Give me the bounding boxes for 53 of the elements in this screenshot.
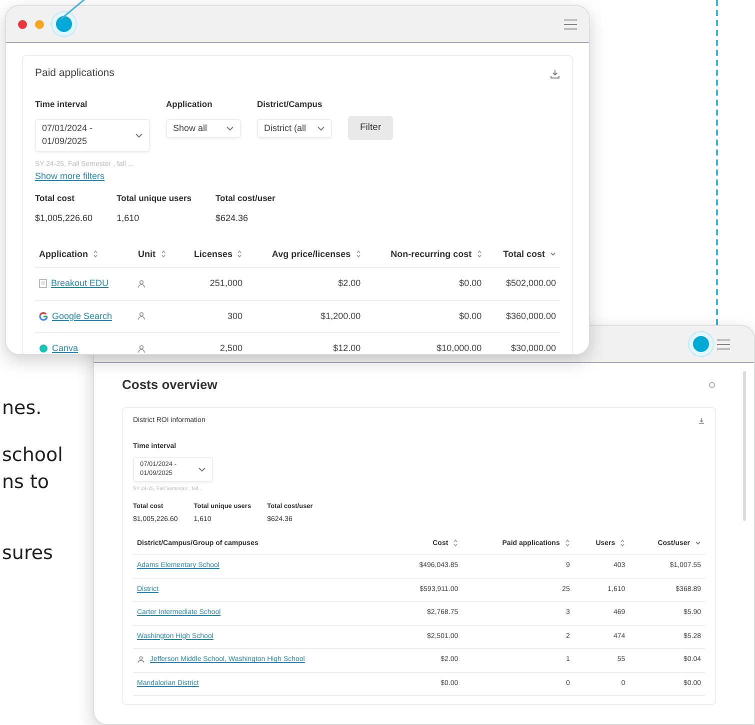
filter-label: District/Campus [257,98,324,110]
column-header: Licenses [177,242,246,268]
total-label: Total cost [35,192,76,204]
table-cell: $2.00 [246,268,365,300]
body-text: nes. [2,396,43,421]
connector-line [60,0,86,20]
body-text: sures [2,541,54,566]
table-cell: 300 [177,300,246,333]
chevron-down-icon [226,126,234,131]
menu-icon[interactable] [717,338,730,350]
column-header: Non-recurring cost [364,242,486,268]
table-cell: $360,000.00 [486,300,560,333]
filter-label: Application [166,98,214,110]
menu-icon[interactable] [564,18,577,30]
more-filters-link[interactable]: Show more filters [35,170,105,184]
dropdown-field[interactable]: District (all [257,118,332,138]
card-title: Paid applications [35,66,114,81]
hotspot-marker [689,332,713,356]
hotspot-marker [52,12,76,36]
person-icon [138,280,146,288]
table-cell: $1,200.00 [246,300,365,333]
chevron-down-icon [317,126,325,131]
table-cell: 251,000 [177,268,246,300]
column-header: Avg price/licenses [246,242,365,268]
column-header: Total cost [486,242,560,268]
table-cell: $0.00 [364,268,486,300]
column-header: Application [35,242,134,268]
column-header: Unit [134,242,178,268]
filter-button[interactable]: Filter [348,116,394,140]
total-value: $1,005,226.60 [35,212,93,226]
body-text: ns to [2,470,50,495]
app-link[interactable]: Google Search [52,310,112,321]
download-icon[interactable] [550,68,560,79]
person-icon [138,344,146,353]
dropdown-field[interactable]: 07/01/2024 - 01/09/2025 [35,118,150,152]
dropdown-field[interactable]: Show all [166,118,241,138]
total-label: Total cost/user [216,192,276,204]
chevron-down-icon [135,132,143,138]
person-icon [138,312,146,320]
minimize-dot[interactable] [35,20,44,28]
total-value: 1,610 [116,212,140,226]
chevron-down-icon [198,466,206,472]
page-title: Costs overview [122,376,218,394]
download-icon[interactable] [698,416,705,425]
app-link[interactable]: Breakout EDU [51,278,109,288]
close-dot[interactable] [18,20,27,28]
table-cell: $0.00 [364,300,486,333]
app-link[interactable]: Canva [52,343,78,354]
total-label: Total unique users [116,192,192,204]
table-cell: $502,000.00 [486,268,560,300]
body-text: school [2,443,63,468]
filter-label: Time interval [35,98,88,110]
total-value: $624.36 [216,212,250,226]
